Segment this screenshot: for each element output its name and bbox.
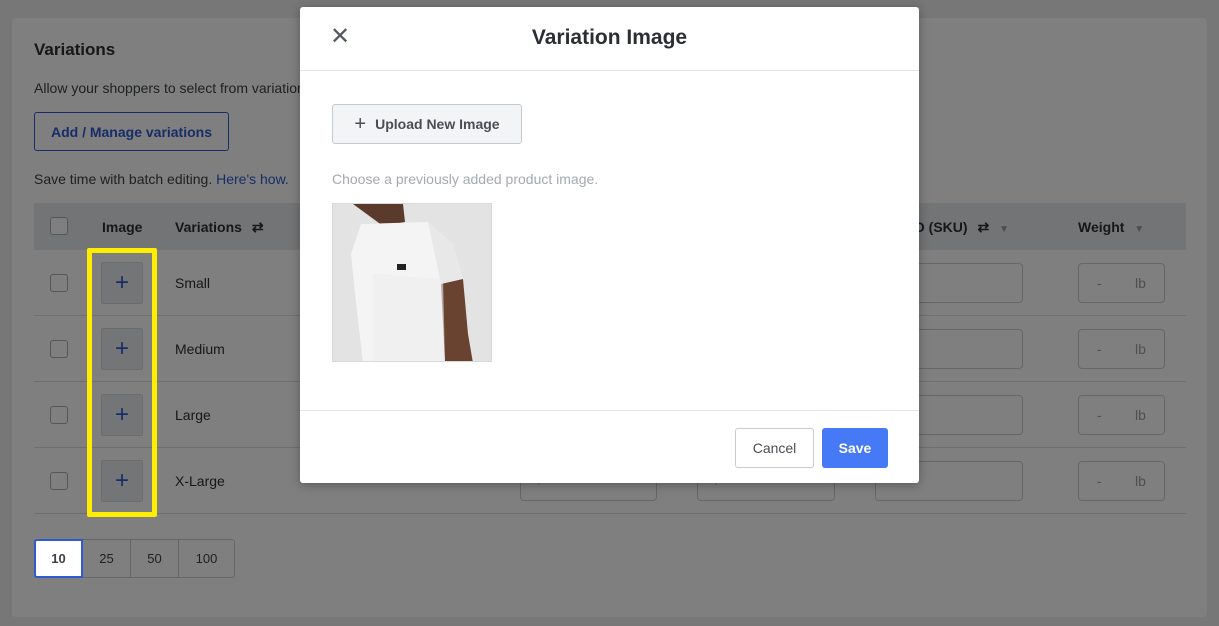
- highlight-box: [87, 248, 157, 517]
- cancel-button[interactable]: Cancel: [735, 428, 814, 468]
- modal-title: Variation Image: [531, 26, 688, 49]
- variation-image-modal: ✕ Variation Image + Upload New Image Choo…: [300, 7, 919, 483]
- image-hint: Choose a previously added product image.: [332, 171, 599, 187]
- modal-header: ✕ Variation Image: [300, 7, 919, 71]
- modal-footer: Cancel Save: [300, 410, 919, 483]
- save-button[interactable]: Save: [822, 428, 888, 468]
- upload-label: Upload New Image: [375, 116, 500, 132]
- page-size-10[interactable]: 10: [34, 539, 83, 578]
- upload-new-image-button[interactable]: + Upload New Image: [332, 104, 522, 144]
- product-image-thumbnail[interactable]: [332, 203, 492, 362]
- plus-icon: +: [354, 112, 367, 135]
- tshirt-model-photo: [333, 204, 491, 361]
